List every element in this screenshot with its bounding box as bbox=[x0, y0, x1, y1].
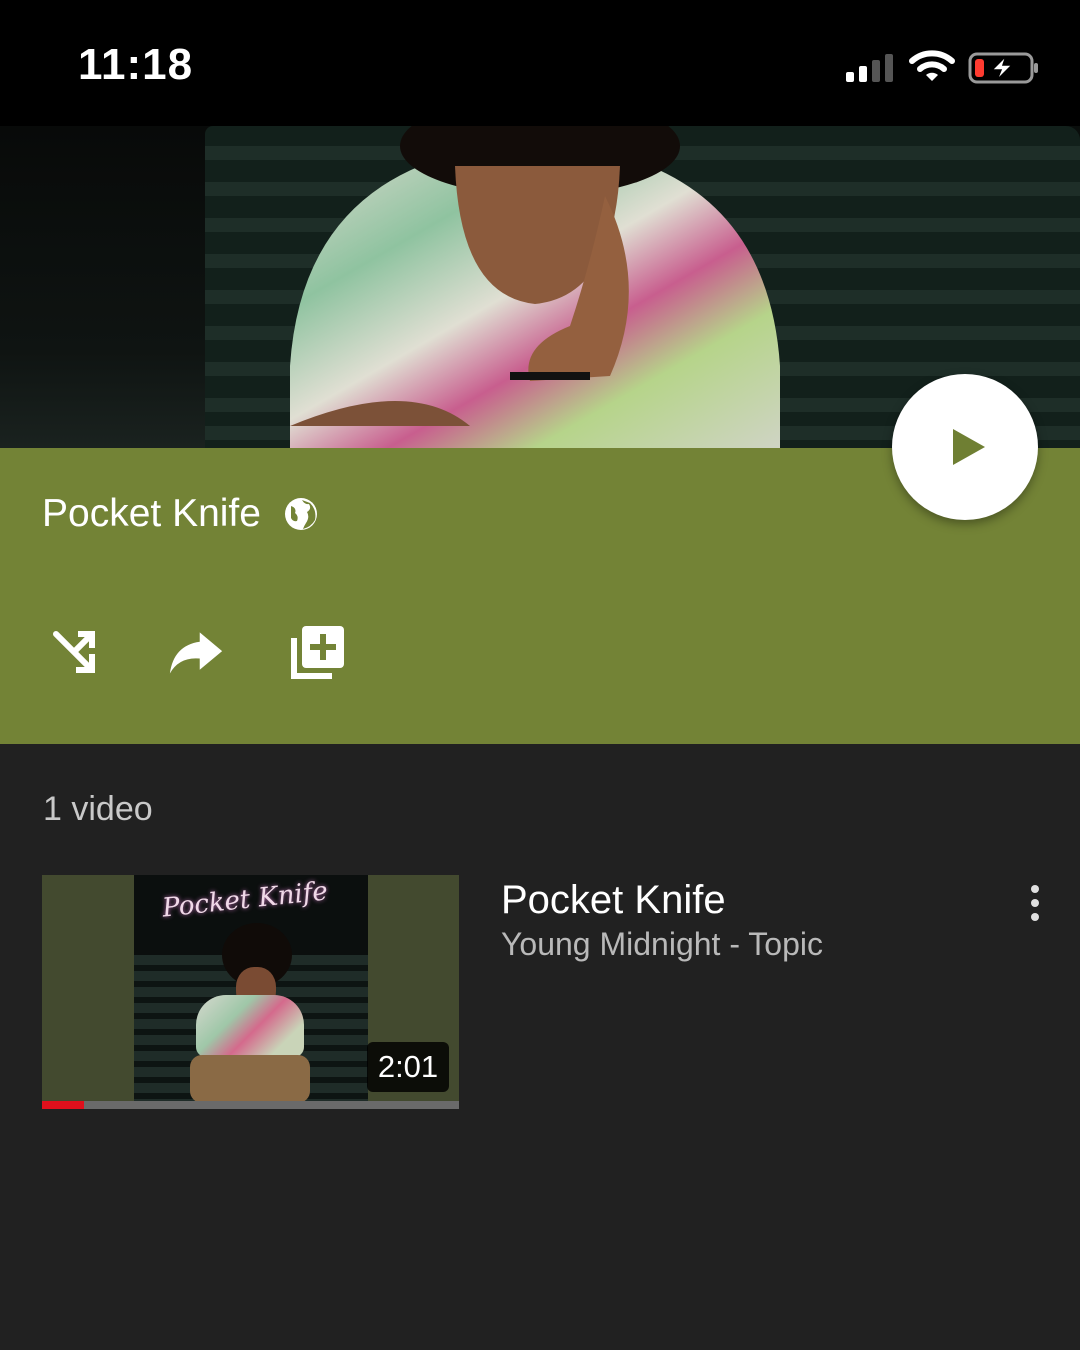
play-all-button[interactable] bbox=[892, 374, 1038, 520]
globe-icon bbox=[284, 498, 317, 530]
shuffle-icon bbox=[53, 631, 95, 673]
watch-progress-fill bbox=[42, 1101, 84, 1109]
add-to-playlist-icon bbox=[291, 626, 344, 679]
share-button[interactable] bbox=[168, 624, 224, 680]
cover-person bbox=[290, 126, 780, 448]
play-icon bbox=[953, 429, 985, 465]
video-title[interactable]: Pocket Knife bbox=[501, 878, 726, 923]
list-item[interactable]: Pocket Knife 2:01 Pocket Knife Young Mid… bbox=[42, 875, 1052, 1111]
battery-charging-icon bbox=[968, 52, 1038, 84]
watch-progress-bar bbox=[42, 1101, 459, 1109]
wifi-icon bbox=[909, 50, 955, 81]
video-count: 1 video bbox=[43, 790, 153, 828]
video-channel[interactable]: Young Midnight - Topic bbox=[501, 926, 823, 963]
more-vert-icon[interactable] bbox=[1020, 883, 1050, 923]
status-time: 11:18 bbox=[78, 40, 194, 89]
share-icon bbox=[169, 632, 223, 674]
video-duration: 2:01 bbox=[367, 1042, 449, 1092]
signal-icon bbox=[846, 54, 896, 82]
playlist-title: Pocket Knife bbox=[42, 492, 261, 535]
status-bar: 11:18 bbox=[0, 0, 1080, 126]
album-art-title: Pocket Knife bbox=[160, 876, 330, 924]
add-to-playlist-button[interactable] bbox=[290, 624, 346, 680]
album-art: Pocket Knife bbox=[134, 875, 368, 1103]
shuffle-button[interactable] bbox=[46, 624, 102, 680]
video-thumbnail[interactable]: Pocket Knife 2:01 bbox=[42, 875, 459, 1109]
